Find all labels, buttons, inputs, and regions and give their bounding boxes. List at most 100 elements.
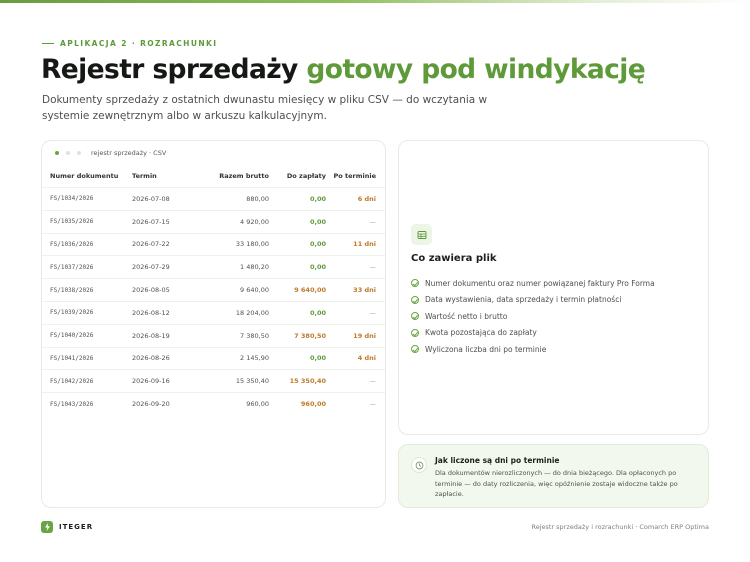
table-row: FS/1037/2026 2026-07-29 1 480,20 0,00 —: [42, 255, 385, 278]
column-header-due-date: Termin: [132, 172, 157, 180]
cell-days-overdue: —: [369, 377, 377, 386]
cell-to-pay: 0,00: [309, 354, 326, 363]
list-item: Wartość netto i brutto: [411, 308, 655, 325]
window-dot-active: [55, 151, 59, 155]
cell-gross-amount: 4 920,00: [240, 217, 269, 226]
register-table-card: rejestr sprzedaży · CSV Numer dokumentu …: [41, 140, 386, 508]
cell-to-pay: 0,00: [309, 217, 326, 226]
table-row: FS/1036/2026 2026-07-22 33 180,00 0,00 11 dn…: [42, 232, 385, 256]
logo: ITEGER: [41, 521, 93, 533]
page-title-main: Rejestr sprzedaży: [41, 54, 298, 85]
column-header-to-pay: Do zapłaty: [286, 172, 326, 180]
file-contents-card: Co zawiera plik Numer dokumentu oraz num…: [398, 140, 709, 435]
cell-gross-amount: 2 145,90: [240, 354, 269, 363]
logo-icon: [41, 521, 53, 533]
lead-text: Dokumenty sprzedaży z ostatnich dwunastu…: [42, 94, 488, 122]
cell-days-overdue: —: [369, 308, 377, 317]
list-item: Wyliczona liczba dni po terminie: [411, 341, 655, 358]
window-title: rejestr sprzedaży · CSV: [91, 149, 167, 157]
cell-days-overdue: 4 dni: [357, 354, 376, 363]
cell-to-pay: 0,00: [309, 263, 326, 272]
cell-document-number: FS/1043/2026: [50, 400, 94, 408]
table-icon: [411, 224, 432, 245]
check-icon: [411, 328, 419, 337]
cell-document-number: FS/1035/2026: [50, 218, 94, 226]
cell-gross-amount: 1 480,20: [240, 263, 269, 272]
cell-to-pay: 0,00: [309, 308, 326, 317]
column-header-gross: Razem brutto: [219, 172, 269, 180]
table-row: FS/1043/2026 2026-09-20 960,00 960,00 —: [42, 392, 385, 415]
column-header-document: Numer dokumentu: [50, 172, 119, 180]
cell-due-date: 2026-07-08: [132, 194, 170, 203]
page-title-accent: gotowy pod windykację: [306, 54, 646, 85]
cell-days-overdue: 11 dni: [353, 240, 376, 249]
cell-document-number: FS/1042/2026: [50, 377, 94, 385]
list-item-label: Data wystawienia, data sprzedaży i termi…: [425, 295, 622, 305]
window-header: rejestr sprzedaży · CSV: [42, 141, 385, 165]
cell-gross-amount: 7 380,50: [240, 331, 269, 340]
column-header-overdue: Po terminie: [333, 172, 376, 180]
cell-gross-amount: 880,00: [246, 194, 269, 203]
table-row: FS/1035/2026 2026-07-15 4 920,00 0,00 —: [42, 209, 385, 233]
window-dot: [77, 151, 81, 155]
cell-document-number: FS/1040/2026: [50, 332, 94, 340]
note-body: Dla dokumentów nierozliczonych — do dnia…: [435, 469, 678, 498]
cell-days-overdue: —: [369, 263, 377, 272]
cell-days-overdue: 19 dni: [353, 331, 376, 340]
cell-due-date: 2026-07-15: [132, 217, 170, 226]
cell-to-pay: 0,00: [309, 240, 326, 249]
cell-document-number: FS/1038/2026: [50, 286, 94, 294]
cell-gross-amount: 960,00: [246, 400, 269, 409]
list-item: Data wystawienia, data sprzedaży i termi…: [411, 292, 655, 309]
logo-text: ITEGER: [59, 523, 94, 531]
cell-to-pay: 7 380,50: [294, 331, 326, 340]
cell-due-date: 2026-09-16: [132, 377, 170, 386]
eyebrow-label: APLIKACJA 2 · ROZRACHUNKI: [60, 39, 218, 48]
cell-document-number: FS/1034/2026: [50, 195, 94, 203]
cell-to-pay: 9 640,00: [294, 286, 326, 295]
page-title: Rejestr sprzedaży gotowy pod windykację: [41, 54, 646, 85]
cell-due-date: 2026-08-12: [132, 308, 170, 317]
check-icon: [411, 279, 419, 288]
cell-gross-amount: 33 180,00: [235, 240, 269, 249]
cell-gross-amount: 18 204,00: [235, 308, 269, 317]
cell-due-date: 2026-08-26: [132, 354, 170, 363]
list-item: Kwota pozostająca do zapłaty: [411, 325, 655, 342]
top-accent-bar: [0, 0, 750, 3]
cell-due-date: 2026-09-20: [132, 400, 170, 409]
table-row: FS/1034/2026 2026-07-08 880,00 0,00 6 dni: [42, 187, 385, 210]
table-row: FS/1040/2026 2026-08-19 7 380,50 7 380,50 19…: [42, 323, 385, 347]
table-row: FS/1038/2026 2026-08-05 9 640,00 9 640,00 33…: [42, 278, 385, 301]
note-title: Jak liczone są dni po terminie: [435, 456, 560, 465]
cell-due-date: 2026-07-29: [132, 263, 170, 272]
cell-days-overdue: —: [369, 400, 377, 409]
file-contents-list: Numer dokumentu oraz numer powiązanej fa…: [411, 275, 655, 358]
table-row: FS/1041/2026 2026-08-26 2 145,90 0,00 4 dni: [42, 346, 385, 370]
cell-due-date: 2026-08-19: [132, 331, 170, 340]
footer-caption: Rejestr sprzedaży i rozrachunki · Comarc…: [531, 523, 709, 531]
cell-due-date: 2026-08-05: [132, 286, 170, 295]
clock-icon: [411, 457, 427, 473]
cell-due-date: 2026-07-22: [132, 240, 170, 249]
check-icon: [411, 345, 419, 354]
table-row: FS/1039/2026 2026-08-12 18 204,00 0,00 —: [42, 300, 385, 324]
window-dot: [66, 151, 70, 155]
list-item-label: Numer dokumentu oraz numer powiązanej fa…: [425, 278, 655, 288]
list-item: Numer dokumentu oraz numer powiązanej fa…: [411, 275, 655, 292]
cell-days-overdue: 6 dni: [357, 194, 376, 203]
cell-days-overdue: 33 dni: [353, 286, 376, 295]
cell-to-pay: 0,00: [309, 194, 326, 203]
cell-document-number: FS/1039/2026: [50, 309, 94, 317]
list-item-label: Wyliczona liczba dni po terminie: [425, 344, 547, 354]
list-item-label: Kwota pozostająca do zapłaty: [425, 328, 537, 338]
cell-days-overdue: —: [369, 217, 377, 226]
file-contents-title: Co zawiera plik: [411, 253, 497, 264]
cell-to-pay: 15 350,40: [289, 377, 326, 386]
cell-document-number: FS/1037/2026: [50, 263, 94, 271]
cell-document-number: FS/1041/2026: [50, 354, 94, 362]
overdue-note-card: Jak liczone są dni po terminie Dla dokum…: [398, 444, 709, 508]
cell-gross-amount: 15 350,40: [235, 377, 269, 386]
table-row: FS/1042/2026 2026-09-16 15 350,40 15 350,40…: [42, 369, 385, 392]
eyebrow: APLIKACJA 2 · ROZRACHUNKI: [42, 39, 217, 48]
check-icon: [411, 312, 419, 321]
